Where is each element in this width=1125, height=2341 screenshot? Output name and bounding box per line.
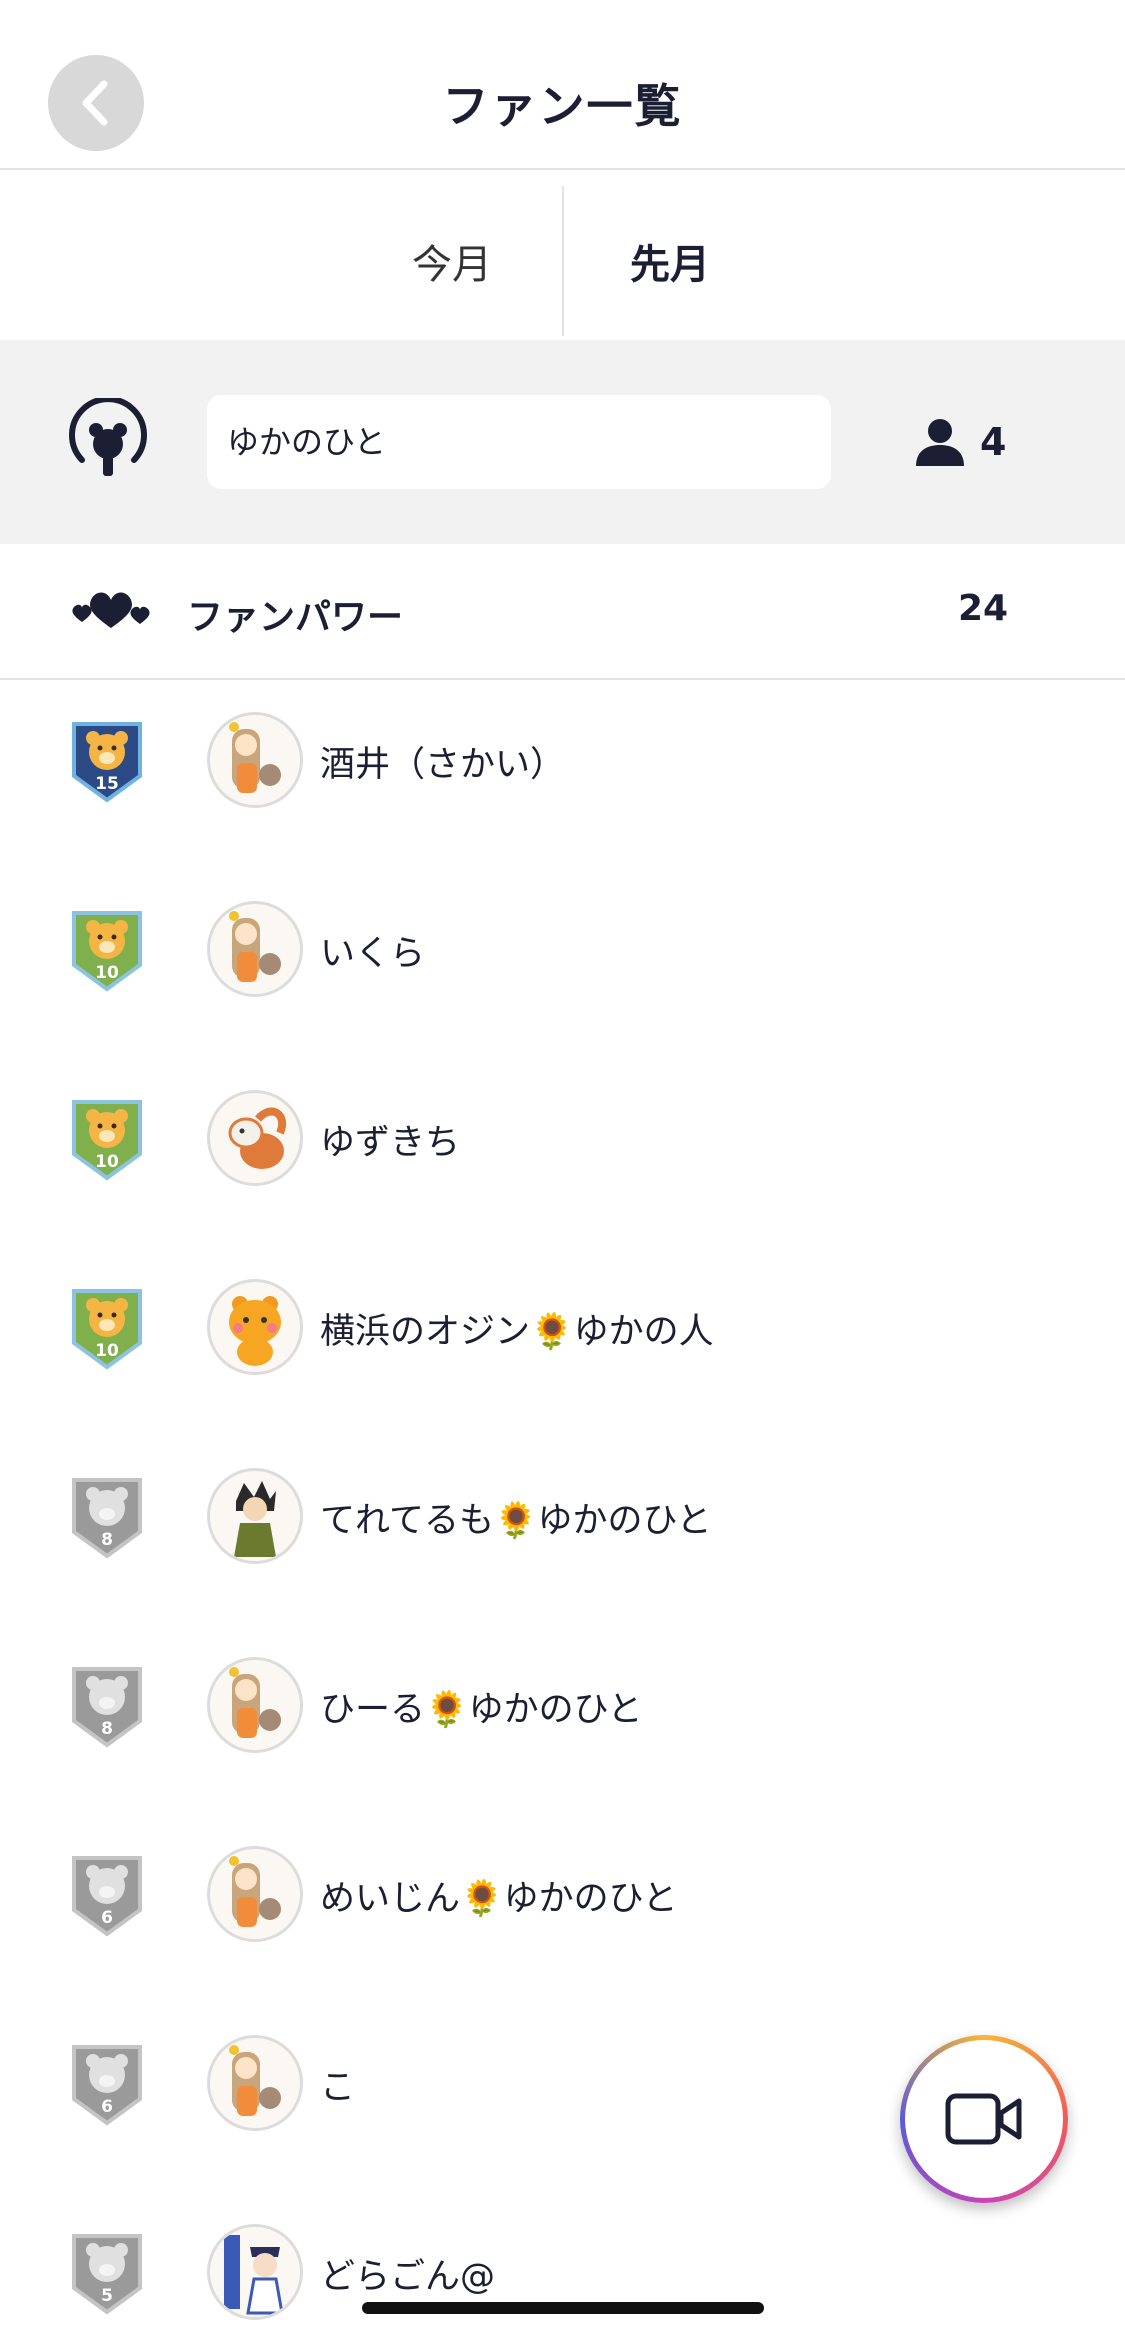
fan-level: 8	[101, 1530, 113, 1550]
avatar[interactable]	[207, 901, 303, 997]
month-tabs: 今月 先月	[0, 172, 1125, 338]
fan-level-badge: 10	[68, 907, 146, 993]
list-item[interactable]: 10 ゆずきち	[0, 1058, 1125, 1247]
fan-level-badge: 5	[68, 2230, 146, 2316]
fan-name: てれてるも🌻ゆかのひと	[320, 1501, 712, 1541]
member-count: 4	[914, 416, 1006, 468]
avatar-image	[229, 1296, 281, 1366]
avatar-image	[229, 911, 281, 982]
fan-level-badge: 8	[68, 1474, 146, 1560]
list-item[interactable]: 10 いくら	[0, 869, 1125, 1058]
fan-level: 10	[95, 963, 119, 983]
list-item[interactable]: 8 ひーる🌻ゆかのひと	[0, 1625, 1125, 1814]
header: ファン一覧	[0, 0, 1125, 170]
fan-level: 10	[95, 1341, 119, 1361]
list-item[interactable]: 6 めいじん🌻ゆかのひと	[0, 1814, 1125, 2003]
fan-level: 10	[95, 1152, 119, 1172]
avatar[interactable]	[207, 1846, 303, 1942]
person-icon	[916, 419, 964, 466]
fan-name: いくら	[320, 934, 426, 974]
avatar[interactable]	[207, 712, 303, 808]
avatar[interactable]	[207, 2224, 303, 2320]
fan-level: 5	[101, 2286, 113, 2306]
fan-power-row: ファンパワー 24	[0, 544, 1125, 680]
fan-level: 6	[101, 1908, 113, 1928]
fan-club-bear-icon	[69, 398, 147, 476]
avatar[interactable]	[207, 1657, 303, 1753]
fan-name: 横浜のオジン🌻ゆかの人	[320, 1312, 714, 1352]
avatar-image	[229, 1667, 281, 1738]
video-camera-icon	[945, 2093, 1022, 2145]
list-item[interactable]: 8 てれてるも🌻ゆかのひと	[0, 1436, 1125, 1625]
list-item[interactable]: 10 横浜のオジン🌻ゆかの人	[0, 1247, 1125, 1436]
fan-level-badge: 8	[68, 1663, 146, 1749]
fan-club-name: ゆかのひと	[207, 395, 831, 489]
avatar[interactable]	[207, 1279, 303, 1375]
avatar-image	[229, 2045, 281, 2116]
fan-level: 15	[95, 774, 119, 794]
fan-name: どらごん@	[320, 2257, 496, 2297]
fan-level-badge: 6	[68, 2041, 146, 2127]
avatar-image	[234, 1481, 276, 1557]
fan-level: 6	[101, 2097, 113, 2117]
avatar[interactable]	[207, 1090, 303, 1186]
list-item[interactable]: 5 どらごん@	[0, 2192, 1125, 2341]
fan-level: 8	[101, 1719, 113, 1739]
fan-name: こ	[320, 2068, 356, 2108]
fan-name: 酒井（さかい）	[320, 745, 566, 785]
fan-level-badge: 10	[68, 1285, 146, 1371]
fan-level-badge: 6	[68, 1852, 146, 1938]
member-count-value: 4	[980, 420, 1007, 464]
fan-club-info: ゆかのひと 4	[0, 340, 1125, 544]
avatar-image	[229, 722, 281, 793]
tab-last-month[interactable]: 先月	[630, 232, 710, 290]
avatar[interactable]	[207, 2035, 303, 2131]
fan-power-label: ファンパワー	[187, 597, 404, 638]
fan-name: ひーる🌻ゆかのひと	[320, 1690, 643, 1730]
tab-this-month[interactable]: 今月	[412, 232, 492, 290]
fan-power-value: 24	[958, 588, 1009, 629]
list-item[interactable]: 15 酒井（さかい）	[0, 680, 1125, 869]
avatar-image	[228, 1107, 286, 1169]
fan-level-badge: 10	[68, 1096, 146, 1182]
page-title: ファン一覧	[442, 79, 683, 133]
avatar-image	[229, 1856, 281, 1927]
tab-divider	[562, 186, 564, 336]
avatar-image	[224, 2235, 284, 2315]
avatar[interactable]	[207, 1468, 303, 1564]
start-video-button[interactable]	[900, 2035, 1068, 2203]
fan-name: ゆずきち	[320, 1123, 461, 1163]
home-indicator[interactable]	[362, 2302, 764, 2314]
fan-name: めいじん🌻ゆかのひと	[320, 1879, 678, 1919]
hearts-icon	[72, 592, 150, 628]
fan-level-badge: 15	[68, 718, 146, 804]
